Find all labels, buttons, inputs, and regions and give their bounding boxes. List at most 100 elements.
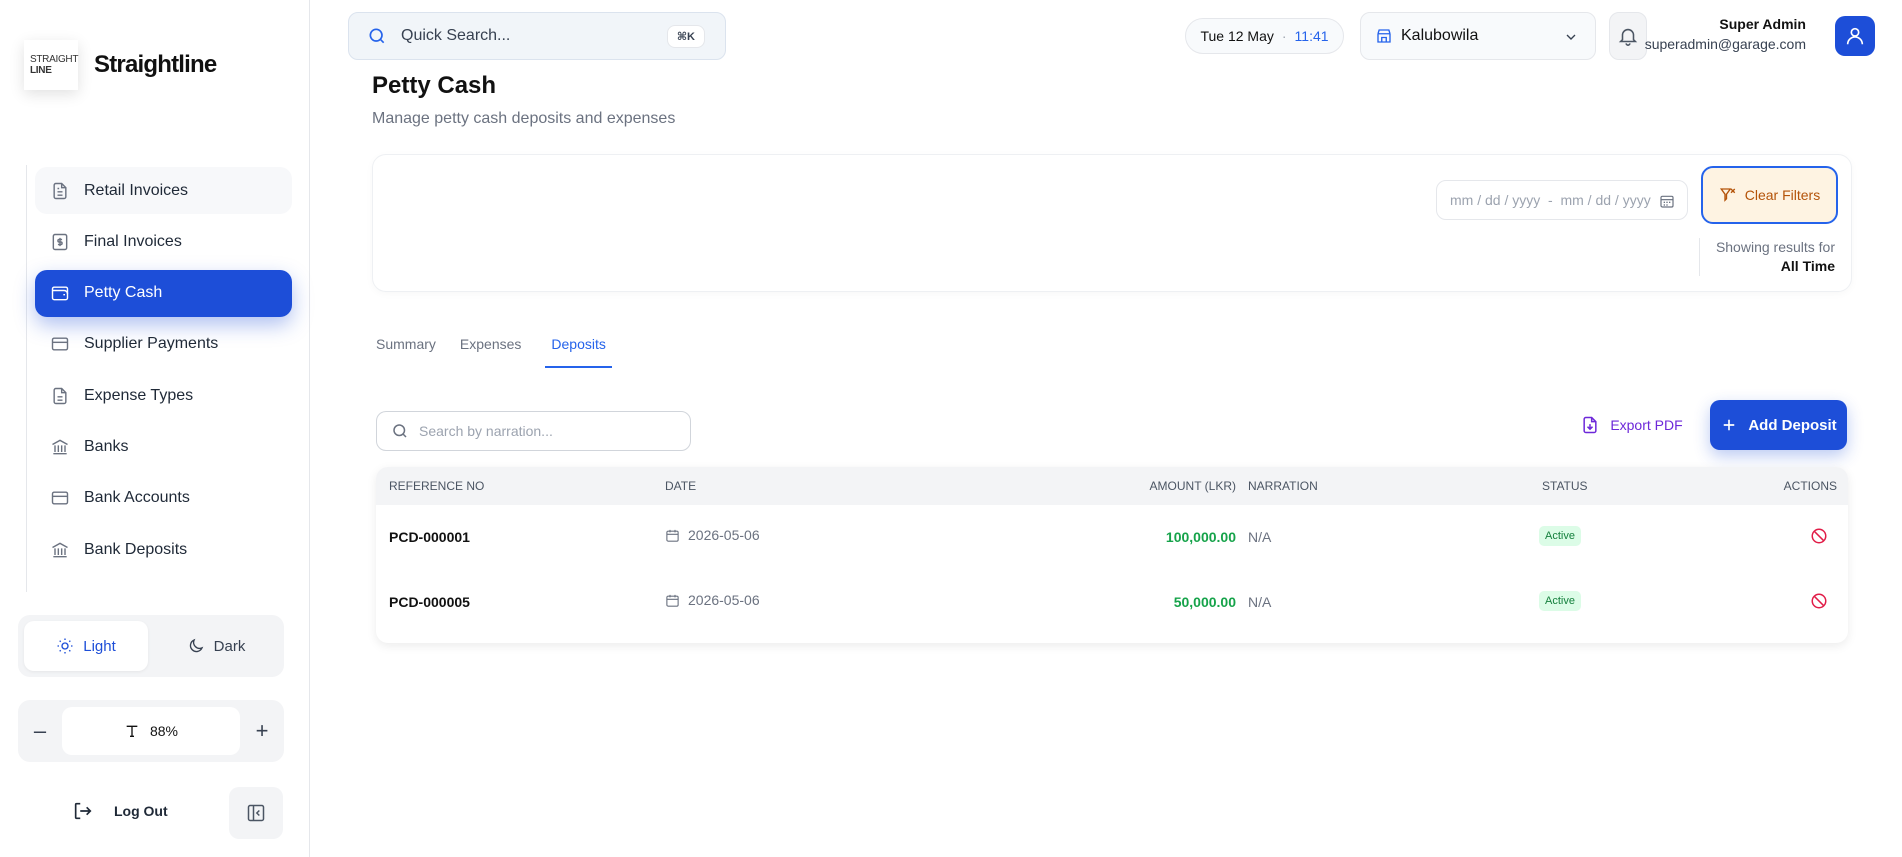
sidebar-item-label: Expense Types bbox=[84, 386, 194, 404]
user-email: superadmin@garage.com bbox=[1644, 36, 1806, 52]
nav-divider bbox=[26, 165, 27, 592]
export-pdf-label: Export PDF bbox=[1610, 417, 1683, 433]
sidebar-item-retail-invoices[interactable]: Retail Invoices bbox=[35, 167, 292, 214]
status-badge: Active bbox=[1539, 526, 1581, 546]
narration-search-input[interactable]: Search by narration... bbox=[376, 411, 691, 451]
clear-filters-button[interactable]: Clear Filters bbox=[1701, 166, 1838, 224]
sidebar-item-label: Bank Accounts bbox=[84, 489, 190, 507]
cell-narration: N/A bbox=[1248, 529, 1272, 545]
chevron-down-icon bbox=[1566, 34, 1576, 40]
ban-icon bbox=[1811, 528, 1827, 544]
user-icon bbox=[1846, 27, 1864, 45]
tabs: Summary Expenses Deposits bbox=[376, 336, 612, 368]
sidebar-item-final-invoices[interactable]: Final Invoices bbox=[35, 218, 292, 265]
date-time-pill: Tue 12 May · 11:41 bbox=[1185, 18, 1344, 54]
header-date[interactable]: Date bbox=[665, 479, 696, 493]
search-icon bbox=[369, 28, 385, 44]
export-pdf-button[interactable]: Export PDF bbox=[1574, 400, 1689, 450]
theme-dark-button[interactable]: Dark bbox=[154, 621, 278, 671]
sidebar-collapse-icon bbox=[247, 804, 265, 822]
header-actions: Actions bbox=[1783, 479, 1837, 493]
logo-line-2: LINE bbox=[30, 65, 52, 76]
sidebar-item-expense-types[interactable]: Expense Types bbox=[35, 372, 292, 419]
header-reference-no[interactable]: Reference No bbox=[389, 479, 484, 493]
store-icon bbox=[1377, 29, 1391, 43]
cell-reference-no: PCD-000005 bbox=[389, 594, 470, 610]
cell-amount: 50,000.00 bbox=[1173, 594, 1236, 610]
tab-deposits[interactable]: Deposits bbox=[545, 336, 612, 368]
table-row[interactable]: PCD-000001 2026-05-06 100,000.00 N/A Act… bbox=[376, 505, 1848, 570]
date-time-separator: · bbox=[1281, 28, 1287, 44]
sidebar-item-label: Petty Cash bbox=[84, 284, 163, 302]
search-shortcut-badge: ⌘K bbox=[666, 25, 705, 48]
sidebar-item-bank-accounts[interactable]: Bank Accounts bbox=[35, 475, 292, 522]
header-amount[interactable]: Amount (LKR) bbox=[1150, 479, 1236, 493]
bank-icon bbox=[52, 542, 68, 557]
showing-label: Showing results for bbox=[1715, 239, 1835, 255]
document-icon bbox=[53, 182, 67, 199]
page-subtitle: Manage petty cash deposits and expenses bbox=[372, 110, 676, 127]
file-download-icon bbox=[1583, 416, 1597, 434]
add-deposit-label: Add Deposit bbox=[1748, 416, 1837, 434]
font-zoom-control: – 88% + bbox=[18, 700, 284, 762]
header-status[interactable]: Status bbox=[1542, 479, 1588, 493]
wallet-icon bbox=[51, 286, 69, 301]
brand-name: Straightline bbox=[94, 51, 217, 78]
bell-icon bbox=[1618, 28, 1638, 46]
current-date: Tue 12 May bbox=[1200, 28, 1274, 44]
page-title: Petty Cash bbox=[372, 72, 497, 99]
sun-icon bbox=[57, 638, 73, 654]
notifications-button[interactable] bbox=[1609, 12, 1647, 60]
sidebar: STRAIGHT LINE Straightline Retail Invoic… bbox=[0, 0, 310, 857]
sidebar-item-banks[interactable]: Banks bbox=[35, 423, 292, 470]
calendar-icon bbox=[1660, 195, 1674, 208]
tab-expenses[interactable]: Expenses bbox=[460, 336, 521, 368]
zoom-in-button[interactable]: + bbox=[240, 718, 284, 744]
date-range-input[interactable]: mm / dd / yyyy - mm / dd / yyyy bbox=[1436, 180, 1688, 220]
avatar[interactable] bbox=[1835, 16, 1875, 56]
showing-value: All Time bbox=[1780, 258, 1835, 274]
results-range-info: Showing results for All Time bbox=[1698, 238, 1835, 276]
current-time: 11:41 bbox=[1294, 28, 1329, 44]
tab-summary[interactable]: Summary bbox=[376, 336, 436, 368]
cell-amount: 100,000.00 bbox=[1165, 529, 1236, 545]
cell-date-value: 2026-05-06 bbox=[688, 527, 760, 543]
collapse-sidebar-button[interactable] bbox=[229, 787, 283, 839]
sidebar-item-label: Supplier Payments bbox=[84, 335, 219, 353]
cell-date-value: 2026-05-06 bbox=[688, 592, 760, 608]
deactivate-button[interactable] bbox=[1810, 592, 1828, 610]
calendar-icon bbox=[666, 529, 679, 542]
quick-search-placeholder: Quick Search... bbox=[401, 27, 511, 44]
bank-icon bbox=[52, 439, 68, 455]
clear-filters-label: Clear Filters bbox=[1744, 187, 1821, 203]
table-row[interactable]: PCD-000005 2026-05-06 50,000.00 N/A Acti… bbox=[376, 570, 1848, 635]
sidebar-item-petty-cash[interactable]: Petty Cash bbox=[35, 269, 292, 317]
sidebar-item-label: Retail Invoices bbox=[84, 181, 189, 199]
filter-clear-icon bbox=[1719, 188, 1735, 202]
logo-mark: STRAIGHT LINE bbox=[24, 40, 78, 90]
sidebar-item-bank-deposits[interactable]: Bank Deposits bbox=[35, 526, 292, 573]
sidebar-item-label: Final Invoices bbox=[84, 232, 182, 250]
table-header: Reference No Date Amount (LKR) Narration… bbox=[376, 467, 1848, 505]
logout-button[interactable]: Log Out bbox=[72, 800, 168, 822]
branch-selector[interactable]: Kalubowila bbox=[1360, 12, 1596, 60]
logout-icon bbox=[74, 802, 92, 820]
filter-card bbox=[372, 154, 1852, 292]
quick-search-input[interactable]: Quick Search... ⌘K bbox=[348, 12, 726, 60]
theme-light-button[interactable]: Light bbox=[24, 621, 148, 671]
sidebar-item-label: Banks bbox=[84, 437, 129, 455]
narration-search-placeholder: Search by narration... bbox=[419, 423, 553, 439]
brand-logo[interactable]: STRAIGHT LINE Straightline bbox=[24, 40, 217, 90]
zoom-out-button[interactable]: – bbox=[18, 718, 62, 744]
deactivate-button[interactable] bbox=[1810, 527, 1828, 545]
cell-date: 2026-05-06 bbox=[665, 592, 760, 608]
text-size-icon bbox=[126, 725, 138, 737]
sidebar-item-supplier-payments[interactable]: Supplier Payments bbox=[35, 321, 292, 368]
invoice-dollar-icon bbox=[52, 233, 68, 251]
sidebar-nav: Retail Invoices Final Invoices Petty Cas… bbox=[35, 167, 292, 577]
add-deposit-button[interactable]: Add Deposit bbox=[1710, 400, 1847, 450]
header-narration[interactable]: Narration bbox=[1248, 479, 1318, 493]
sidebar-item-label: Bank Deposits bbox=[84, 540, 188, 558]
moon-icon bbox=[189, 638, 203, 653]
theme-switcher: Light Dark bbox=[18, 615, 284, 677]
